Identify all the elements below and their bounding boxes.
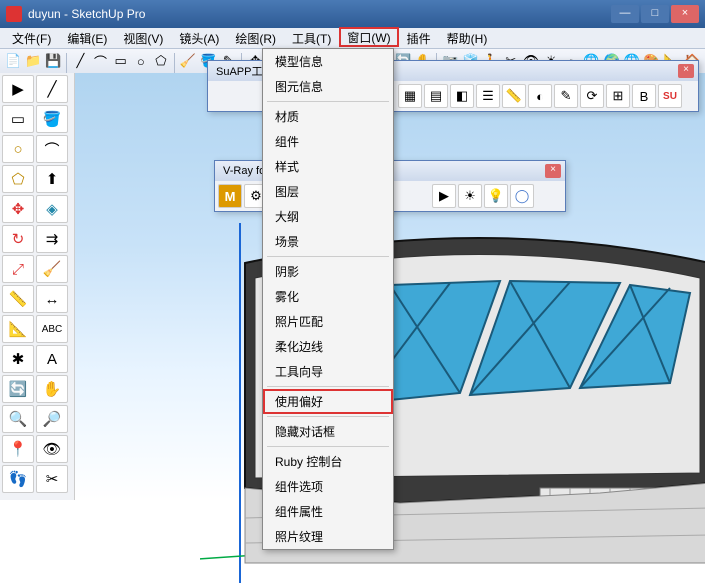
vray-render-icon[interactable]: ▶ bbox=[432, 184, 456, 208]
text-tool[interactable]: ABC bbox=[36, 315, 68, 343]
suapp-btn-2[interactable]: ▤ bbox=[424, 84, 448, 108]
rect-icon[interactable]: ▭ bbox=[112, 51, 130, 71]
erase-tool[interactable]: 🧹 bbox=[36, 255, 68, 283]
menu-fog[interactable]: 雾化 bbox=[263, 284, 393, 309]
menu-soften[interactable]: 柔化边线 bbox=[263, 334, 393, 359]
menu-bar: 文件(F) 编辑(E) 视图(V) 镜头(A) 绘图(R) 工具(T) 窗口(W… bbox=[0, 28, 705, 49]
minimize-button[interactable]: — bbox=[611, 5, 639, 23]
circle-tool[interactable]: ○ bbox=[2, 135, 34, 163]
look-tool[interactable]: 👁 bbox=[36, 435, 68, 463]
vray-circle-icon[interactable]: ◯ bbox=[510, 184, 534, 208]
menu-instructor[interactable]: 工具向导 bbox=[263, 359, 393, 384]
menu-draw[interactable]: 绘图(R) bbox=[227, 28, 284, 48]
menu-hide-dialogs[interactable]: 隐藏对话框 bbox=[263, 419, 393, 444]
open-icon[interactable]: 📁 bbox=[24, 51, 42, 71]
menu-edit[interactable]: 编辑(E) bbox=[59, 28, 115, 48]
pan-tool[interactable]: ✋ bbox=[36, 375, 68, 403]
title-bar: duyun - SketchUp Pro — □ × bbox=[0, 0, 705, 28]
menu-styles[interactable]: 样式 bbox=[263, 154, 393, 179]
maximize-button[interactable]: □ bbox=[641, 5, 669, 23]
tape-tool[interactable]: 📏 bbox=[2, 285, 34, 313]
rect-tool[interactable]: ▭ bbox=[2, 105, 34, 133]
menu-match-photo[interactable]: 照片匹配 bbox=[263, 309, 393, 334]
menu-entity-info[interactable]: 图元信息 bbox=[263, 74, 393, 99]
suapp-btn-3[interactable]: ◧ bbox=[450, 84, 474, 108]
arc-icon[interactable]: ⌒ bbox=[91, 51, 109, 71]
window-menu-dropdown: 模型信息 图元信息 材质 组件 样式 图层 大纲 场景 阴影 雾化 照片匹配 柔… bbox=[262, 48, 394, 550]
push-tool[interactable]: ⬆ bbox=[36, 165, 68, 193]
scale-tool[interactable]: ⤢ bbox=[2, 255, 34, 283]
poly-tool[interactable]: ⬠ bbox=[2, 165, 34, 193]
suapp-btn-11[interactable]: SU bbox=[658, 84, 682, 108]
menu-plugins[interactable]: 插件 bbox=[399, 28, 439, 48]
menu-file[interactable]: 文件(F) bbox=[4, 28, 59, 48]
menu-ruby[interactable]: Ruby 控制台 bbox=[263, 449, 393, 474]
menu-scenes[interactable]: 场景 bbox=[263, 229, 393, 254]
vray-sun-icon[interactable]: ☀ bbox=[458, 184, 482, 208]
suapp-btn-8[interactable]: ⟳ bbox=[580, 84, 604, 108]
menu-comp-attrs[interactable]: 组件属性 bbox=[263, 499, 393, 524]
zoomwin-tool[interactable]: 🔎 bbox=[36, 405, 68, 433]
walk-tool[interactable]: 👣 bbox=[2, 465, 34, 493]
prot-tool[interactable]: 📐 bbox=[2, 315, 34, 343]
menu-view[interactable]: 视图(V) bbox=[115, 28, 171, 48]
menu-layers[interactable]: 图层 bbox=[263, 179, 393, 204]
move-tool[interactable]: ✥ bbox=[2, 195, 34, 223]
rotate-tool[interactable]: ↻ bbox=[2, 225, 34, 253]
follow-tool[interactable]: ◈ bbox=[36, 195, 68, 223]
window-title: duyun - SketchUp Pro bbox=[28, 7, 609, 21]
erase-icon[interactable]: 🧹 bbox=[179, 51, 197, 71]
3dtext-tool[interactable]: A bbox=[36, 345, 68, 373]
save-icon[interactable]: 💾 bbox=[44, 51, 62, 71]
suapp-btn-10[interactable]: B bbox=[632, 84, 656, 108]
suapp-btn-6[interactable]: ◐ bbox=[528, 84, 552, 108]
arc-tool[interactable]: ⌒ bbox=[36, 135, 68, 163]
suapp-btn-9[interactable]: ⊞ bbox=[606, 84, 630, 108]
suapp-close-icon[interactable]: × bbox=[678, 64, 694, 78]
menu-model-info[interactable]: 模型信息 bbox=[263, 49, 393, 74]
suapp-btn-1[interactable]: ▦ bbox=[398, 84, 422, 108]
left-toolbar: ▶╱ ▭🪣 ○⌒ ⬠⬆ ✥◈ ↻⇉ ⤢🧹 📏↔ 📐ABC ✱A 🔄✋ 🔍🔎 📍👁… bbox=[0, 73, 75, 500]
menu-comp-options[interactable]: 组件选项 bbox=[263, 474, 393, 499]
menu-preferences[interactable]: 使用偏好 bbox=[263, 389, 393, 414]
close-button[interactable]: × bbox=[671, 5, 699, 23]
dim-tool[interactable]: ↔ bbox=[36, 285, 68, 313]
menu-components[interactable]: 组件 bbox=[263, 129, 393, 154]
zoom-tool[interactable]: 🔍 bbox=[2, 405, 34, 433]
circle-icon[interactable]: ○ bbox=[132, 51, 150, 71]
app-icon bbox=[6, 6, 22, 22]
select-tool[interactable]: ▶ bbox=[2, 75, 34, 103]
poly-icon[interactable]: ⬠ bbox=[152, 51, 170, 71]
axes-tool[interactable]: ✱ bbox=[2, 345, 34, 373]
vray-material-icon[interactable]: M bbox=[218, 184, 242, 208]
position-tool[interactable]: 📍 bbox=[2, 435, 34, 463]
vray-close-icon[interactable]: × bbox=[545, 164, 561, 178]
offset-tool[interactable]: ⇉ bbox=[36, 225, 68, 253]
menu-photo-textures[interactable]: 照片纹理 bbox=[263, 524, 393, 549]
menu-window[interactable]: 窗口(W) bbox=[339, 27, 398, 47]
menu-help[interactable]: 帮助(H) bbox=[439, 28, 496, 48]
suapp-btn-4[interactable]: ☰ bbox=[476, 84, 500, 108]
vray-light-icon[interactable]: 💡 bbox=[484, 184, 508, 208]
orbit-tool[interactable]: 🔄 bbox=[2, 375, 34, 403]
menu-outliner[interactable]: 大纲 bbox=[263, 204, 393, 229]
menu-materials[interactable]: 材质 bbox=[263, 104, 393, 129]
new-icon[interactable]: 📄 bbox=[4, 51, 22, 71]
section-tool[interactable]: ✂ bbox=[36, 465, 68, 493]
menu-camera[interactable]: 镜头(A) bbox=[171, 28, 227, 48]
suapp-btn-5[interactable]: 📏 bbox=[502, 84, 526, 108]
suapp-btn-7[interactable]: ✎ bbox=[554, 84, 578, 108]
paint-tool[interactable]: 🪣 bbox=[36, 105, 68, 133]
line-tool[interactable]: ╱ bbox=[36, 75, 68, 103]
line-icon[interactable]: ╱ bbox=[71, 51, 89, 71]
menu-tools[interactable]: 工具(T) bbox=[284, 28, 339, 48]
menu-shadows[interactable]: 阴影 bbox=[263, 259, 393, 284]
